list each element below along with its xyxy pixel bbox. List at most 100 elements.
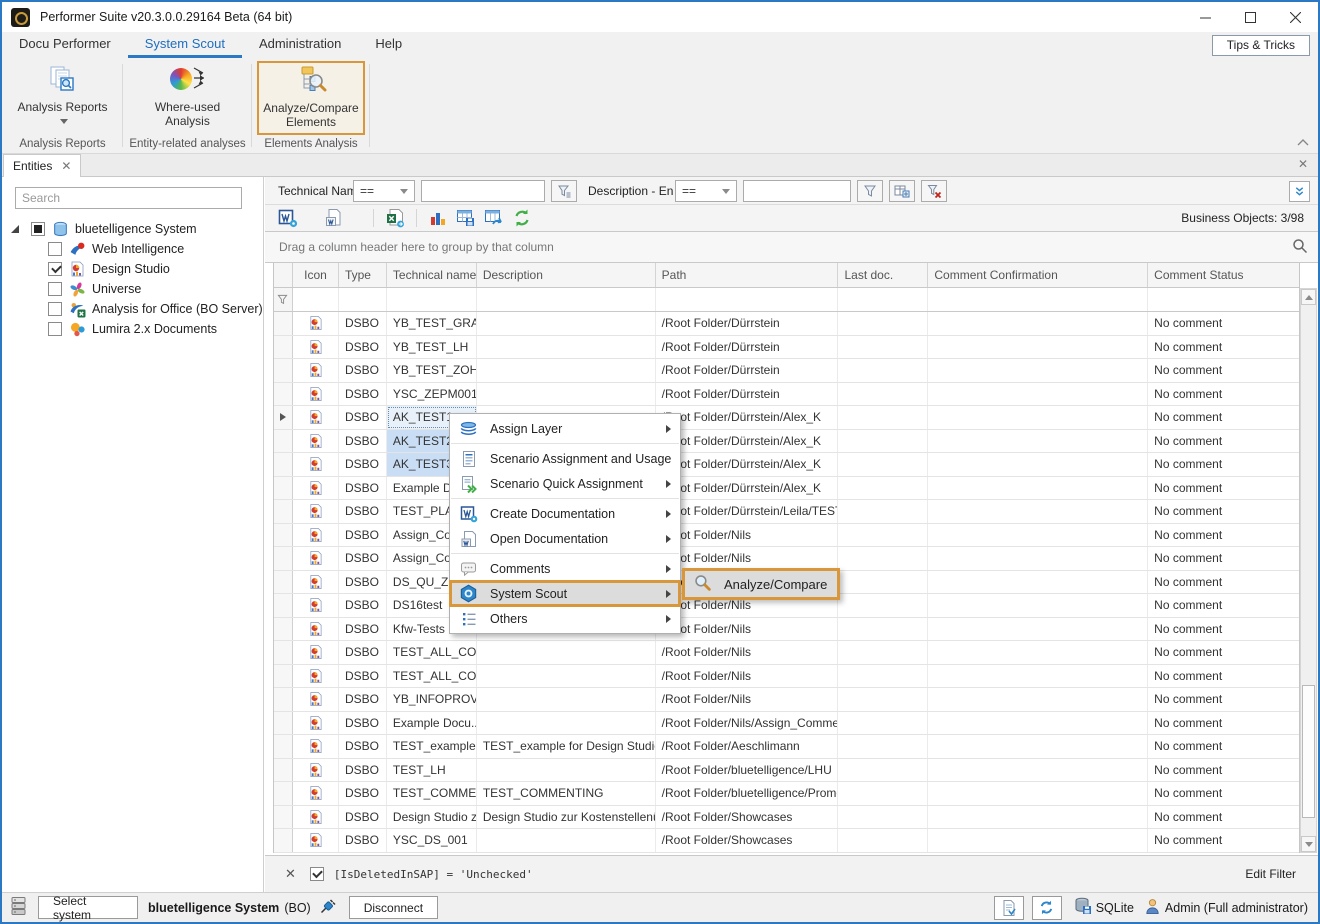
cell-comment-status[interactable]: No comment bbox=[1148, 336, 1299, 359]
column-header-icon[interactable]: Icon bbox=[293, 263, 339, 287]
cell-comment-confirmation[interactable] bbox=[928, 594, 1148, 617]
load-grid-layout-icon[interactable] bbox=[483, 207, 505, 229]
tree-item-analysis-for-office-bo-server-[interactable]: Analysis for Office (BO Server) bbox=[2, 299, 263, 319]
cell-comment-confirmation[interactable] bbox=[928, 406, 1148, 429]
cell-path[interactable]: /Root Folder/Aeschlimann bbox=[656, 735, 839, 758]
cell-type[interactable]: DSBO bbox=[339, 735, 387, 758]
cell-description[interactable] bbox=[477, 665, 656, 688]
column-header-name[interactable]: Technical name bbox=[387, 263, 477, 287]
table-row[interactable]: DSBO Assign_Comm /Root Folder/Nils No co… bbox=[274, 524, 1299, 548]
cell-comment-status[interactable]: No comment bbox=[1148, 500, 1299, 523]
context-menu-item-system-scout[interactable]: System Scout bbox=[450, 581, 680, 606]
cell-comment-confirmation[interactable] bbox=[928, 383, 1148, 406]
cell-comment-confirmation[interactable] bbox=[928, 829, 1148, 852]
scrollbar-thumb[interactable] bbox=[1302, 685, 1315, 818]
column-header-conf[interactable]: Comment Confirmation bbox=[928, 263, 1148, 287]
cell-type[interactable]: DSBO bbox=[339, 430, 387, 453]
cell-last-doc[interactable] bbox=[838, 829, 928, 852]
context-menu-item-scenario-assignment-and-usage[interactable]: Scenario Assignment and Usage bbox=[450, 446, 680, 471]
cell-comment-status[interactable]: No comment bbox=[1148, 406, 1299, 429]
cell-type[interactable]: DSBO bbox=[339, 571, 387, 594]
refresh-icon[interactable] bbox=[511, 207, 533, 229]
cell-description[interactable]: TEST_example for Design Studio bbox=[477, 735, 656, 758]
cell-last-doc[interactable] bbox=[838, 735, 928, 758]
tab-system-scout[interactable]: System Scout bbox=[128, 32, 242, 58]
tree-item-checkbox[interactable] bbox=[48, 262, 62, 276]
cell-description[interactable]: TEST_COMMENTING bbox=[477, 782, 656, 805]
tree-item-web-intelligence[interactable]: Web Intelligence bbox=[2, 239, 263, 259]
cell-type[interactable]: DSBO bbox=[339, 594, 387, 617]
cell-last-doc[interactable] bbox=[838, 500, 928, 523]
cell-type[interactable]: DSBO bbox=[339, 829, 387, 852]
scroll-down-button[interactable] bbox=[1301, 836, 1316, 852]
cell-comment-confirmation[interactable] bbox=[928, 524, 1148, 547]
table-row[interactable]: DSBO YSC_DS_001 /Root Folder/Showcases N… bbox=[274, 829, 1299, 853]
cell-description[interactable] bbox=[477, 641, 656, 664]
apply-filter-button[interactable] bbox=[857, 180, 883, 202]
table-row[interactable]: DSBO YB_INFOPROV... /Root Folder/Nils No… bbox=[274, 688, 1299, 712]
cell-path[interactable]: /Root Folder/Dürrstein/Alex_K bbox=[656, 430, 839, 453]
cell-technical-name[interactable]: TEST_ALL_CO... bbox=[387, 641, 477, 664]
cell-last-doc[interactable] bbox=[838, 759, 928, 782]
cell-path[interactable]: /Root Folder/Nils bbox=[656, 618, 839, 641]
cell-last-doc[interactable] bbox=[838, 806, 928, 829]
cell-path[interactable]: /Root Folder/Dürrstein/Alex_K bbox=[656, 453, 839, 476]
table-row[interactable]: DSBO YB_TEST_GRAPH /Root Folder/Dürrstei… bbox=[274, 312, 1299, 336]
technical-name-operator-select[interactable]: == bbox=[353, 180, 415, 202]
table-row[interactable]: DSBO TEST_LH /Root Folder/bluetelligence… bbox=[274, 759, 1299, 783]
cell-comment-status[interactable]: No comment bbox=[1148, 712, 1299, 735]
context-menu-item-scenario-quick-assignment[interactable]: Scenario Quick Assignment bbox=[450, 471, 680, 496]
cell-last-doc[interactable] bbox=[838, 571, 928, 594]
context-menu-item-others[interactable]: Others bbox=[450, 606, 680, 631]
cell-type[interactable]: DSBO bbox=[339, 524, 387, 547]
tab-help[interactable]: Help bbox=[358, 32, 419, 58]
cell-type[interactable]: DSBO bbox=[339, 453, 387, 476]
cell-type[interactable]: DSBO bbox=[339, 547, 387, 570]
cell-comment-status[interactable]: No comment bbox=[1148, 359, 1299, 382]
search-icon[interactable] bbox=[1292, 238, 1308, 257]
table-row[interactable]: DSBO AK_TEST2 /Root Folder/Dürrstein/Ale… bbox=[274, 430, 1299, 454]
tree-item-checkbox[interactable] bbox=[48, 302, 62, 316]
cell-technical-name[interactable]: TEST_LH bbox=[387, 759, 477, 782]
cell-type[interactable]: DSBO bbox=[339, 359, 387, 382]
grid-vertical-scrollbar[interactable] bbox=[1300, 288, 1317, 853]
tab-entities[interactable]: Entities ✕ bbox=[3, 154, 81, 177]
analysis-reports-button[interactable]: Analysis Reports bbox=[11, 62, 115, 134]
cell-comment-confirmation[interactable] bbox=[928, 618, 1148, 641]
tree-item-root-system[interactable]: bluetelligence System bbox=[2, 219, 263, 239]
cell-technical-name[interactable]: YB_TEST_ZOHO bbox=[387, 359, 477, 382]
cell-comment-status[interactable]: No comment bbox=[1148, 665, 1299, 688]
table-row[interactable]: DSBO Kfw-Tests /Root Folder/Nils No comm… bbox=[274, 618, 1299, 642]
minimize-button[interactable] bbox=[1183, 2, 1228, 32]
cell-comment-confirmation[interactable] bbox=[928, 477, 1148, 500]
create-word-documentation-icon[interactable] bbox=[277, 207, 299, 229]
cell-comment-status[interactable]: No comment bbox=[1148, 688, 1299, 711]
cell-comment-status[interactable]: No comment bbox=[1148, 430, 1299, 453]
tree-expander-icon[interactable] bbox=[10, 224, 20, 234]
cell-type[interactable]: DSBO bbox=[339, 759, 387, 782]
close-criteria-icon[interactable]: ✕ bbox=[285, 866, 296, 882]
export-excel-icon[interactable] bbox=[384, 207, 406, 229]
cell-comment-confirmation[interactable] bbox=[928, 430, 1148, 453]
cell-comment-confirmation[interactable] bbox=[928, 712, 1148, 735]
table-row[interactable]: DSBO TEST_PLANNI /Root Folder/Dürrstein/… bbox=[274, 500, 1299, 524]
cell-comment-status[interactable]: No comment bbox=[1148, 829, 1299, 852]
cell-comment-confirmation[interactable] bbox=[928, 312, 1148, 335]
clear-filter-button[interactable] bbox=[921, 180, 947, 202]
cell-last-doc[interactable] bbox=[838, 336, 928, 359]
cell-comment-confirmation[interactable] bbox=[928, 782, 1148, 805]
cell-comment-status[interactable]: No comment bbox=[1148, 453, 1299, 476]
table-row[interactable]: DSBO TEST_ALL_CO... /Root Folder/Nils No… bbox=[274, 665, 1299, 689]
sync-button[interactable] bbox=[1032, 896, 1062, 920]
cell-last-doc[interactable] bbox=[838, 665, 928, 688]
technical-name-filter-input[interactable] bbox=[421, 180, 545, 202]
table-row[interactable]: DSBO TEST_example TEST_example for Desig… bbox=[274, 735, 1299, 759]
cell-comment-status[interactable]: No comment bbox=[1148, 618, 1299, 641]
cell-last-doc[interactable] bbox=[838, 477, 928, 500]
cell-path[interactable]: /Root Folder/bluetelligence/LHU bbox=[656, 759, 839, 782]
tree-item-design-studio[interactable]: Design Studio bbox=[2, 259, 263, 279]
cell-comment-status[interactable]: No comment bbox=[1148, 782, 1299, 805]
table-row[interactable]: DSBO AK_TEST3 /Root Folder/Dürrstein/Ale… bbox=[274, 453, 1299, 477]
expand-filter-panel-button[interactable] bbox=[1289, 181, 1310, 202]
column-header-stat[interactable]: Comment Status bbox=[1148, 263, 1299, 287]
